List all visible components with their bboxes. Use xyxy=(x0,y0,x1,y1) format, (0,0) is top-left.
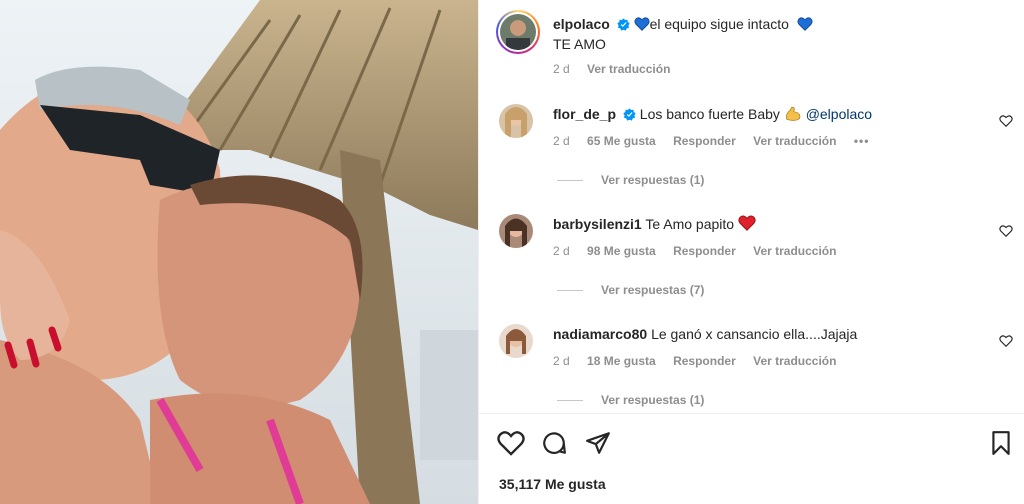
flexed-biceps-icon xyxy=(785,106,801,121)
blue-heart-icon xyxy=(634,17,650,31)
view-replies-label: Ver respuestas (7) xyxy=(601,283,705,297)
comment-likes[interactable]: 98 Me gusta xyxy=(587,244,656,258)
commenter-avatar[interactable] xyxy=(499,324,533,358)
like-heart-icon[interactable] xyxy=(497,430,525,456)
comment-username[interactable]: flor_de_p xyxy=(553,106,616,122)
comment-meta: 2 d 65 Me gusta Responder Ver traducción… xyxy=(553,134,883,148)
comment-text: Los banco fuerte Baby xyxy=(639,106,780,122)
commenter-avatar-image xyxy=(499,104,533,138)
comment-mention[interactable]: @elpolaco xyxy=(806,106,872,122)
red-heart-icon xyxy=(738,215,756,231)
caption-meta: 2 d Ver traducción xyxy=(553,62,684,76)
caption-text-line2: TE AMO xyxy=(553,36,606,52)
comment-time: 2 d xyxy=(553,134,570,148)
replies-divider-line xyxy=(557,290,583,292)
couple-beach-photo xyxy=(0,0,478,504)
comment-username[interactable]: barbysilenzi1 xyxy=(553,216,642,232)
comment-see-translation[interactable]: Ver traducción xyxy=(753,134,836,148)
share-paper-plane-icon[interactable] xyxy=(585,430,611,456)
comment-text: Te Amo papito xyxy=(645,216,735,232)
view-replies-label: Ver respuestas (1) xyxy=(601,173,705,187)
comment-time: 2 d xyxy=(553,354,570,368)
comment-meta: 2 d 18 Me gusta Responder Ver traducción xyxy=(553,354,850,368)
comment-more-options-icon[interactable]: ••• xyxy=(854,134,870,148)
caption-text: el equipo sigue intacto xyxy=(649,16,789,32)
post-photo[interactable] xyxy=(0,0,478,504)
replies-divider-line xyxy=(557,400,583,402)
comment-reply-button[interactable]: Responder xyxy=(673,244,736,258)
comment-see-translation[interactable]: Ver traducción xyxy=(753,354,836,368)
comment-username[interactable]: nadiamarco80 xyxy=(553,326,647,342)
commenter-avatar[interactable] xyxy=(499,214,533,248)
verified-badge-icon xyxy=(617,18,630,31)
owner-avatar[interactable] xyxy=(496,10,540,54)
verified-badge-icon xyxy=(623,108,636,121)
comment-text: Le ganó x cansancio ella....Jajaja xyxy=(651,326,858,342)
view-replies-button[interactable]: Ver respuestas (1) xyxy=(557,173,704,187)
owner-username[interactable]: elpolaco xyxy=(553,16,610,32)
commenter-avatar[interactable] xyxy=(499,104,533,138)
like-comment-heart-icon[interactable] xyxy=(999,114,1013,128)
view-replies-button[interactable]: Ver respuestas (1) xyxy=(557,393,704,407)
like-comment-heart-icon[interactable] xyxy=(999,224,1013,238)
actions-divider xyxy=(479,413,1024,414)
replies-divider-line xyxy=(557,180,583,182)
owner-avatar-image xyxy=(500,14,536,50)
post-likes-count[interactable]: 35,117 Me gusta xyxy=(499,476,606,492)
comment-body: nadiamarco80 Le ganó x cansancio ella...… xyxy=(553,324,963,344)
save-bookmark-icon[interactable] xyxy=(989,430,1013,456)
commenter-avatar-image xyxy=(499,324,533,358)
comment-reply-button[interactable]: Responder xyxy=(673,354,736,368)
caption-see-translation[interactable]: Ver traducción xyxy=(587,62,670,76)
comment-body: barbysilenzi1 Te Amo papito xyxy=(553,214,963,234)
comment-time: 2 d xyxy=(553,244,570,258)
caption-time: 2 d xyxy=(553,62,570,76)
comments-panel: elpolaco el equipo sigue intacto TE AMO … xyxy=(478,0,1024,504)
blue-heart-icon xyxy=(797,17,813,31)
comment-likes[interactable]: 65 Me gusta xyxy=(587,134,656,148)
view-replies-button[interactable]: Ver respuestas (7) xyxy=(557,283,704,297)
comment-see-translation[interactable]: Ver traducción xyxy=(753,244,836,258)
like-comment-heart-icon[interactable] xyxy=(999,334,1013,348)
commenter-avatar-image xyxy=(499,214,533,248)
comment-meta: 2 d 98 Me gusta Responder Ver traducción xyxy=(553,244,850,258)
comment-body: flor_de_p Los banco fuerte Baby @elpolac… xyxy=(553,104,963,124)
comment-bubble-icon[interactable] xyxy=(541,430,567,456)
comment-reply-button[interactable]: Responder xyxy=(673,134,736,148)
comment-likes[interactable]: 18 Me gusta xyxy=(587,354,656,368)
view-replies-label: Ver respuestas (1) xyxy=(601,393,705,407)
post-caption: elpolaco el equipo sigue intacto TE AMO xyxy=(553,14,993,54)
